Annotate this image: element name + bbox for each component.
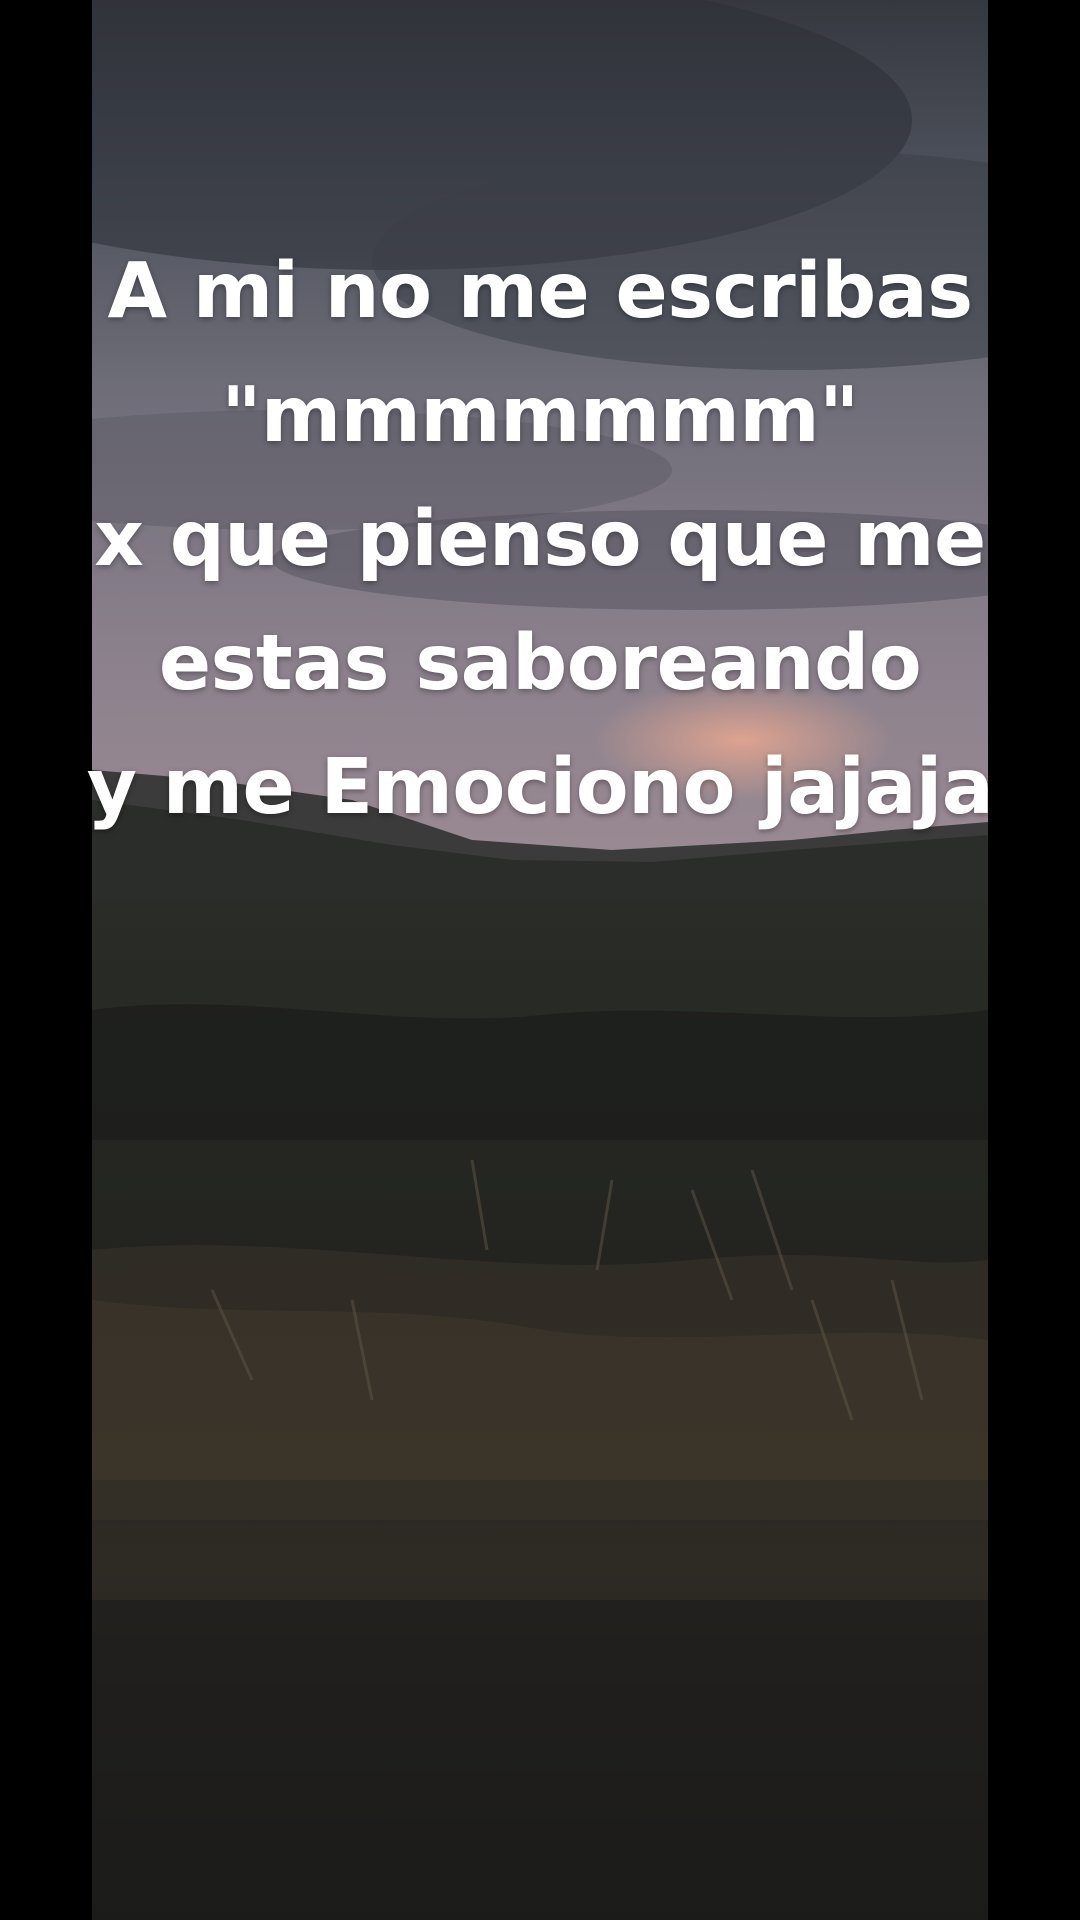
caption-line: A mi no me escribas xyxy=(107,247,973,336)
caption-line: y me Emociono jajaja xyxy=(86,743,994,832)
caption-line: estas saboreando xyxy=(158,619,922,708)
caption-line: "mmmmmmm" xyxy=(221,371,859,460)
video-frame: A mi no me escribas "mmmmmmm" x que pien… xyxy=(0,0,1080,1920)
caption-text: A mi no me escribas "mmmmmmm" x que pien… xyxy=(0,230,1080,850)
caption-line: x que pienso que me xyxy=(94,495,986,584)
